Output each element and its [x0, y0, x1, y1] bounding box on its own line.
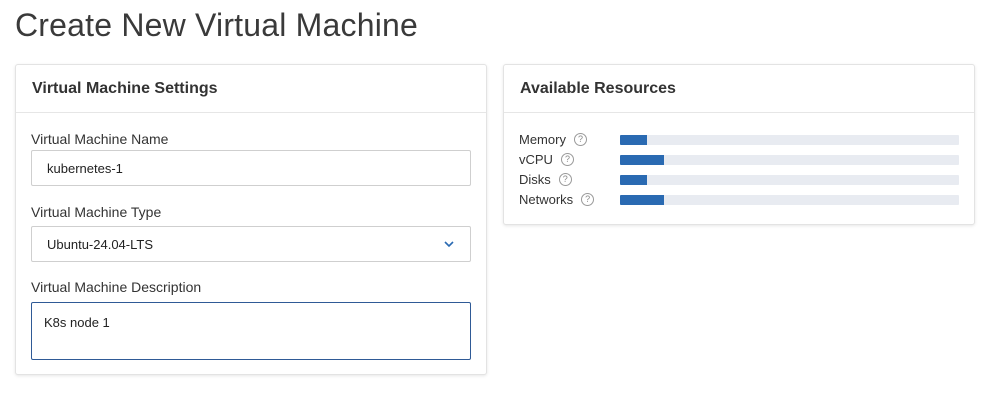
- memory-usage-bar: [620, 135, 959, 145]
- networks-usage-bar: [620, 195, 959, 205]
- vm-name-label: Virtual Machine Name: [31, 131, 169, 147]
- resource-row-disks: Disks?: [519, 172, 959, 188]
- vcpu-usage-fill: [620, 155, 665, 165]
- vm-name-input[interactable]: kubernetes-1: [31, 150, 471, 186]
- disks-usage-fill: [620, 175, 648, 185]
- resource-row-networks: Networks?: [519, 192, 959, 208]
- resource-row-vcpu: vCPU?: [519, 152, 959, 168]
- disks-usage-bar: [620, 175, 959, 185]
- vm-type-value: Ubuntu-24.04-LTS: [47, 236, 153, 252]
- vm-name-value: kubernetes-1: [47, 160, 123, 176]
- resource-label: vCPU: [519, 152, 553, 167]
- vm-description-textarea[interactable]: K8s node 1: [31, 302, 471, 360]
- question-circle-icon[interactable]: ?: [581, 193, 595, 206]
- vm-type-label: Virtual Machine Type: [31, 204, 162, 220]
- resource-label: Disks: [519, 172, 551, 187]
- question-circle-icon[interactable]: ?: [573, 133, 587, 146]
- page-title: Create New Virtual Machine: [15, 7, 419, 43]
- vm-type-select[interactable]: Ubuntu-24.04-LTS: [31, 226, 471, 262]
- networks-usage-fill: [620, 195, 665, 205]
- vcpu-usage-bar: [620, 155, 959, 165]
- vm-settings-panel: Virtual Machine Settings Virtual Machine…: [15, 64, 487, 375]
- vm-description-value: K8s node 1: [44, 315, 110, 330]
- memory-usage-fill: [620, 135, 648, 145]
- question-circle-icon[interactable]: ?: [560, 153, 574, 166]
- question-circle-icon[interactable]: ?: [558, 173, 572, 186]
- resource-row-memory: Memory?: [519, 132, 959, 148]
- chevron-down-icon: [442, 237, 456, 251]
- resource-label: Networks: [519, 192, 574, 207]
- vm-description-label: Virtual Machine Description: [31, 279, 202, 295]
- available-resources-title: Available Resources: [504, 65, 974, 113]
- available-resources-panel: Available Resources Memory? vCPU? Disks?…: [503, 64, 975, 225]
- resource-label: Memory: [519, 132, 566, 147]
- vm-settings-panel-title: Virtual Machine Settings: [16, 65, 486, 113]
